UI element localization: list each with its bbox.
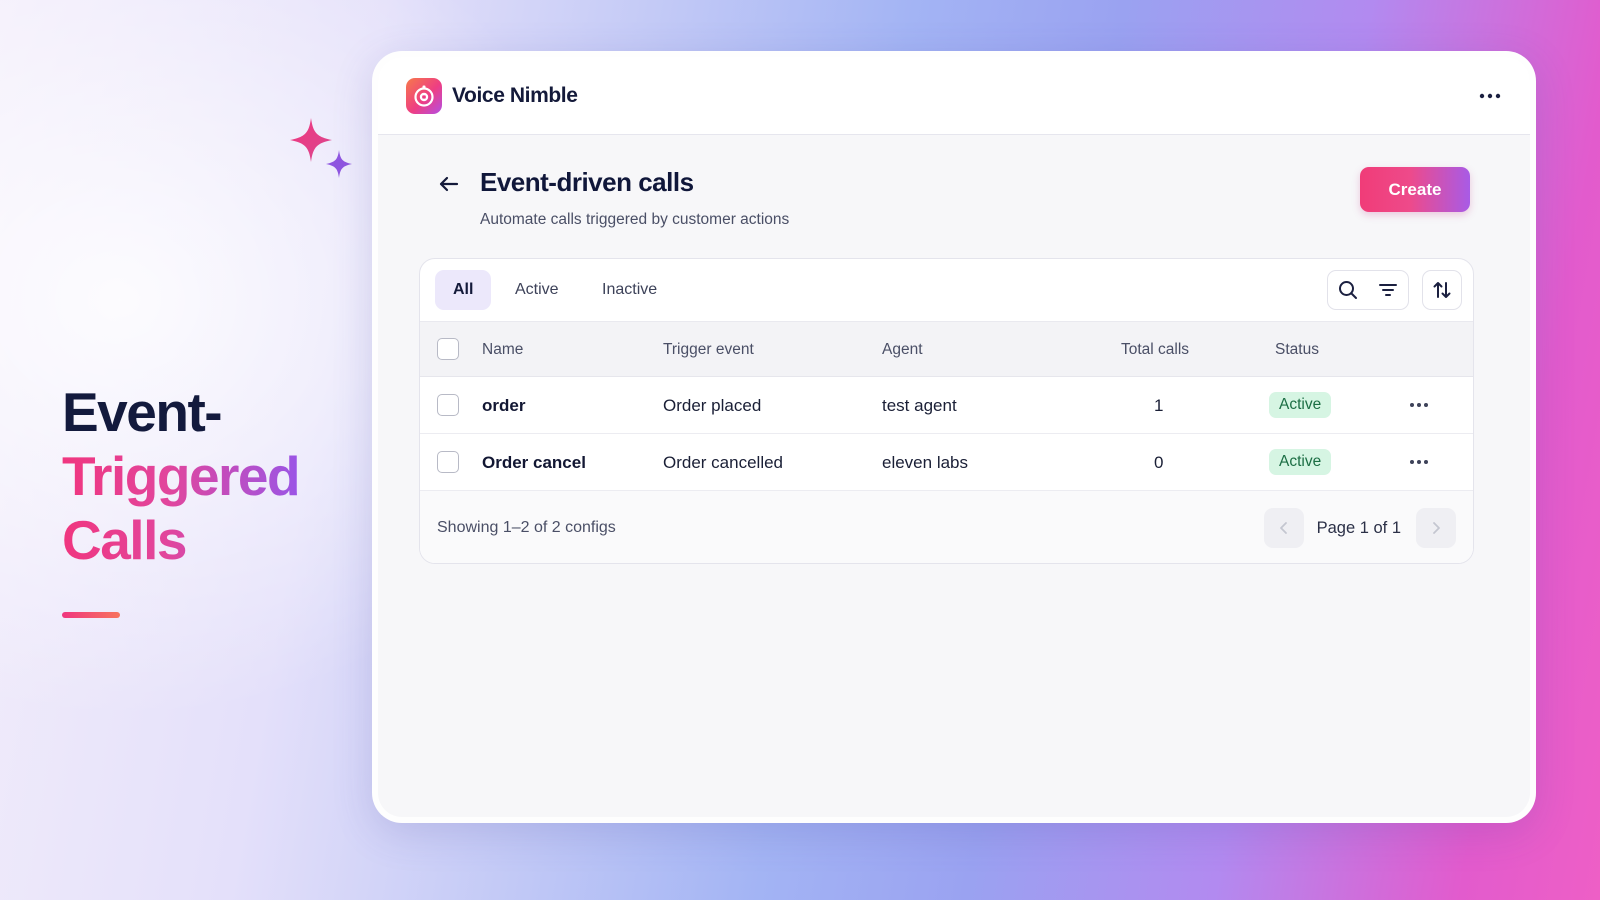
column-agent[interactable]: Agent bbox=[882, 322, 923, 377]
column-total-calls[interactable]: Total calls bbox=[1121, 322, 1189, 377]
row-more-icon[interactable] bbox=[1403, 393, 1435, 417]
column-trigger-event[interactable]: Trigger event bbox=[663, 322, 754, 377]
table-row[interactable]: Order cancel Order cancelled eleven labs… bbox=[420, 434, 1473, 491]
hero-underline bbox=[62, 612, 120, 618]
page-indicator: Page 1 of 1 bbox=[1316, 518, 1401, 537]
tab-all[interactable]: All bbox=[435, 270, 492, 310]
row-name[interactable]: order bbox=[482, 377, 525, 434]
row-trigger-event: Order cancelled bbox=[663, 452, 784, 472]
row-checkbox[interactable] bbox=[437, 394, 459, 416]
select-all-checkbox[interactable] bbox=[437, 338, 459, 360]
row-more-icon[interactable] bbox=[1403, 450, 1435, 474]
table-footer: Showing 1–2 of 2 configs Page 1 of 1 bbox=[420, 491, 1473, 563]
table-toolbar: All Active Inactive bbox=[420, 259, 1473, 322]
row-total-calls: 1 bbox=[1154, 395, 1164, 415]
voice-bot-icon[interactable] bbox=[406, 77, 442, 114]
row-trigger-event: Order placed bbox=[663, 395, 762, 415]
configs-card: All Active Inactive Name Trigger event A… bbox=[419, 258, 1474, 564]
table-row[interactable]: order Order placed test agent 1 Active bbox=[420, 377, 1473, 434]
status-badge: Active bbox=[1269, 392, 1332, 418]
status-badge: Active bbox=[1269, 449, 1332, 475]
sparkle-small-icon bbox=[326, 150, 352, 178]
search-filter-group bbox=[1327, 270, 1409, 310]
chevron-left-icon[interactable] bbox=[1264, 508, 1304, 548]
page-title: Event-driven calls bbox=[480, 167, 694, 197]
page-header: Event-driven calls Automate calls trigge… bbox=[436, 167, 1470, 247]
row-agent: eleven labs bbox=[882, 452, 969, 472]
row-name[interactable]: Order cancel bbox=[482, 434, 586, 491]
chevron-right-icon[interactable] bbox=[1416, 508, 1456, 548]
row-agent: test agent bbox=[882, 395, 957, 415]
more-horizontal-icon[interactable] bbox=[1476, 83, 1504, 109]
search-icon[interactable] bbox=[1328, 271, 1368, 309]
row-total-calls: 0 bbox=[1154, 452, 1164, 472]
column-status[interactable]: Status bbox=[1275, 322, 1319, 377]
hero-heading: Event- Triggered Calls bbox=[62, 380, 301, 618]
page-subtitle: Automate calls triggered by customer act… bbox=[480, 211, 790, 228]
top-bar: Voice Nimble bbox=[378, 57, 1530, 135]
tab-inactive[interactable]: Inactive bbox=[584, 270, 675, 310]
tab-active[interactable]: Active bbox=[497, 270, 577, 310]
hero-line-3: Calls bbox=[62, 508, 299, 572]
column-name[interactable]: Name bbox=[482, 322, 523, 377]
arrow-left-icon[interactable] bbox=[436, 171, 462, 197]
hero-line-2: Triggered bbox=[62, 445, 301, 507]
sort-icon[interactable] bbox=[1422, 270, 1462, 310]
app-name: Voice Nimble bbox=[452, 83, 578, 107]
results-count: Showing 1–2 of 2 configs bbox=[437, 519, 616, 536]
row-checkbox[interactable] bbox=[437, 451, 459, 473]
filter-icon[interactable] bbox=[1368, 271, 1408, 309]
hero-line-1: Event- bbox=[62, 381, 223, 443]
table-header: Name Trigger event Agent Total calls Sta… bbox=[420, 322, 1473, 377]
app-window: Voice Nimble Event-driven calls Automate… bbox=[372, 51, 1536, 823]
create-button[interactable]: Create bbox=[1360, 167, 1470, 212]
